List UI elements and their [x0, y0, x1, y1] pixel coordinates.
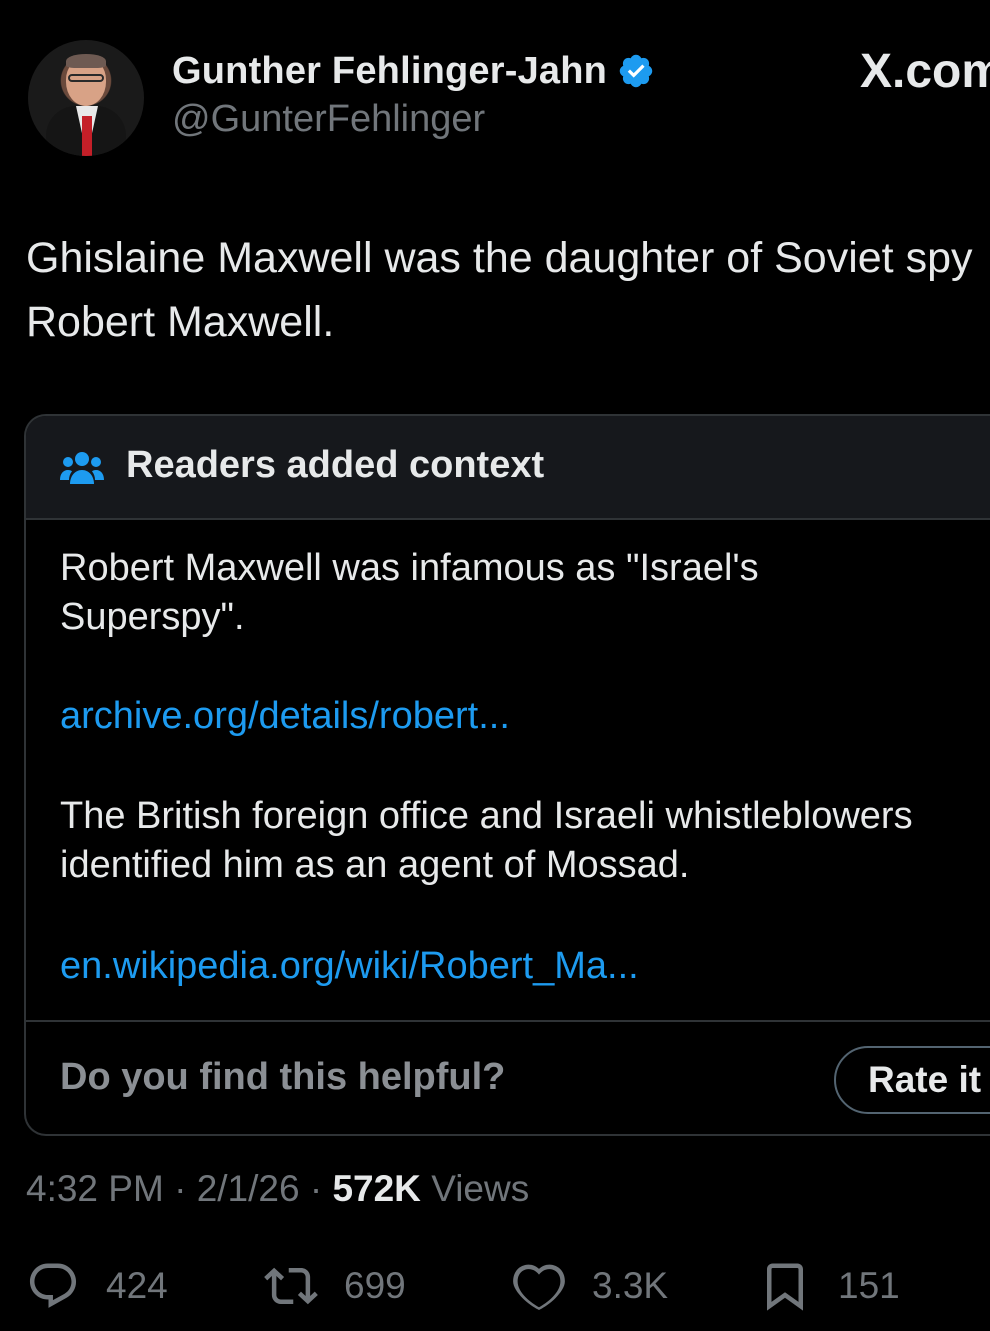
- reply-count: 424: [106, 1265, 168, 1306]
- people-icon: [60, 452, 104, 484]
- action-bar: 424 699 3.3K 151: [0, 1256, 990, 1316]
- meta-separator: ·: [309, 1168, 323, 1209]
- avatar[interactable]: [28, 40, 144, 156]
- community-note-header: Readers added context: [26, 416, 990, 520]
- brand-watermark: X.com: [860, 45, 990, 98]
- repost-button[interactable]: 699: [264, 1256, 406, 1316]
- like-count: 3.3K: [592, 1265, 669, 1306]
- handle[interactable]: @GunterFehlinger: [172, 98, 485, 141]
- bookmark-count: 151: [838, 1265, 900, 1306]
- repost-count: 699: [344, 1265, 406, 1306]
- note-line: Robert Maxwell was infamous as "Israel's: [60, 547, 759, 589]
- note-paragraph: The British foreign office and Israeli w…: [60, 792, 913, 890]
- verified-badge-icon: [619, 54, 653, 88]
- name-row: Gunther Fehlinger-Jahn: [172, 46, 655, 96]
- avatar-tie: [82, 116, 92, 156]
- rate-it-button[interactable]: Rate it: [834, 1046, 990, 1114]
- tweet-meta: 4:32 PM · 2/1/26 · 572K Views: [26, 1168, 529, 1210]
- tweet-time[interactable]: 4:32 PM: [26, 1168, 164, 1209]
- views-count: 572K: [332, 1168, 421, 1209]
- note-paragraph: Robert Maxwell was infamous as "Israel's…: [60, 544, 759, 642]
- community-note: Readers added context Robert Maxwell was…: [24, 414, 990, 1136]
- tweet-text: Ghislaine Maxwell was the daughter of So…: [26, 234, 973, 346]
- like-icon: [513, 1264, 565, 1311]
- meta-separator: ·: [174, 1168, 187, 1209]
- note-line: identified him as an agent of Mossad.: [60, 844, 690, 886]
- note-line: The British foreign office and Israeli w…: [60, 795, 913, 837]
- avatar-glasses: [68, 74, 104, 82]
- bookmark-button[interactable]: 151: [758, 1256, 900, 1316]
- tweet-date[interactable]: 2/1/26: [197, 1168, 300, 1209]
- tweet-header: Gunther Fehlinger-Jahn @GunterFehlinger …: [0, 0, 990, 200]
- like-button[interactable]: 3.3K: [512, 1256, 668, 1316]
- community-note-title: Readers added context: [126, 444, 545, 486]
- repost-icon: [264, 1267, 318, 1305]
- bookmark-icon: [767, 1263, 803, 1311]
- reply-button[interactable]: 424: [26, 1256, 168, 1316]
- source-link-archive[interactable]: archive.org/details/robert...: [60, 692, 510, 741]
- note-line: Superspy".: [60, 596, 245, 638]
- helpful-question: Do you find this helpful?: [60, 1056, 506, 1098]
- display-name[interactable]: Gunther Fehlinger-Jahn: [172, 50, 607, 93]
- avatar-hair: [66, 54, 106, 68]
- reply-icon: [29, 1263, 77, 1308]
- views-label: Views: [431, 1168, 530, 1209]
- source-link-wikipedia[interactable]: en.wikipedia.org/wiki/Robert_Ma...: [60, 942, 639, 991]
- community-note-footer: Do you find this helpful? Rate it: [26, 1020, 990, 1134]
